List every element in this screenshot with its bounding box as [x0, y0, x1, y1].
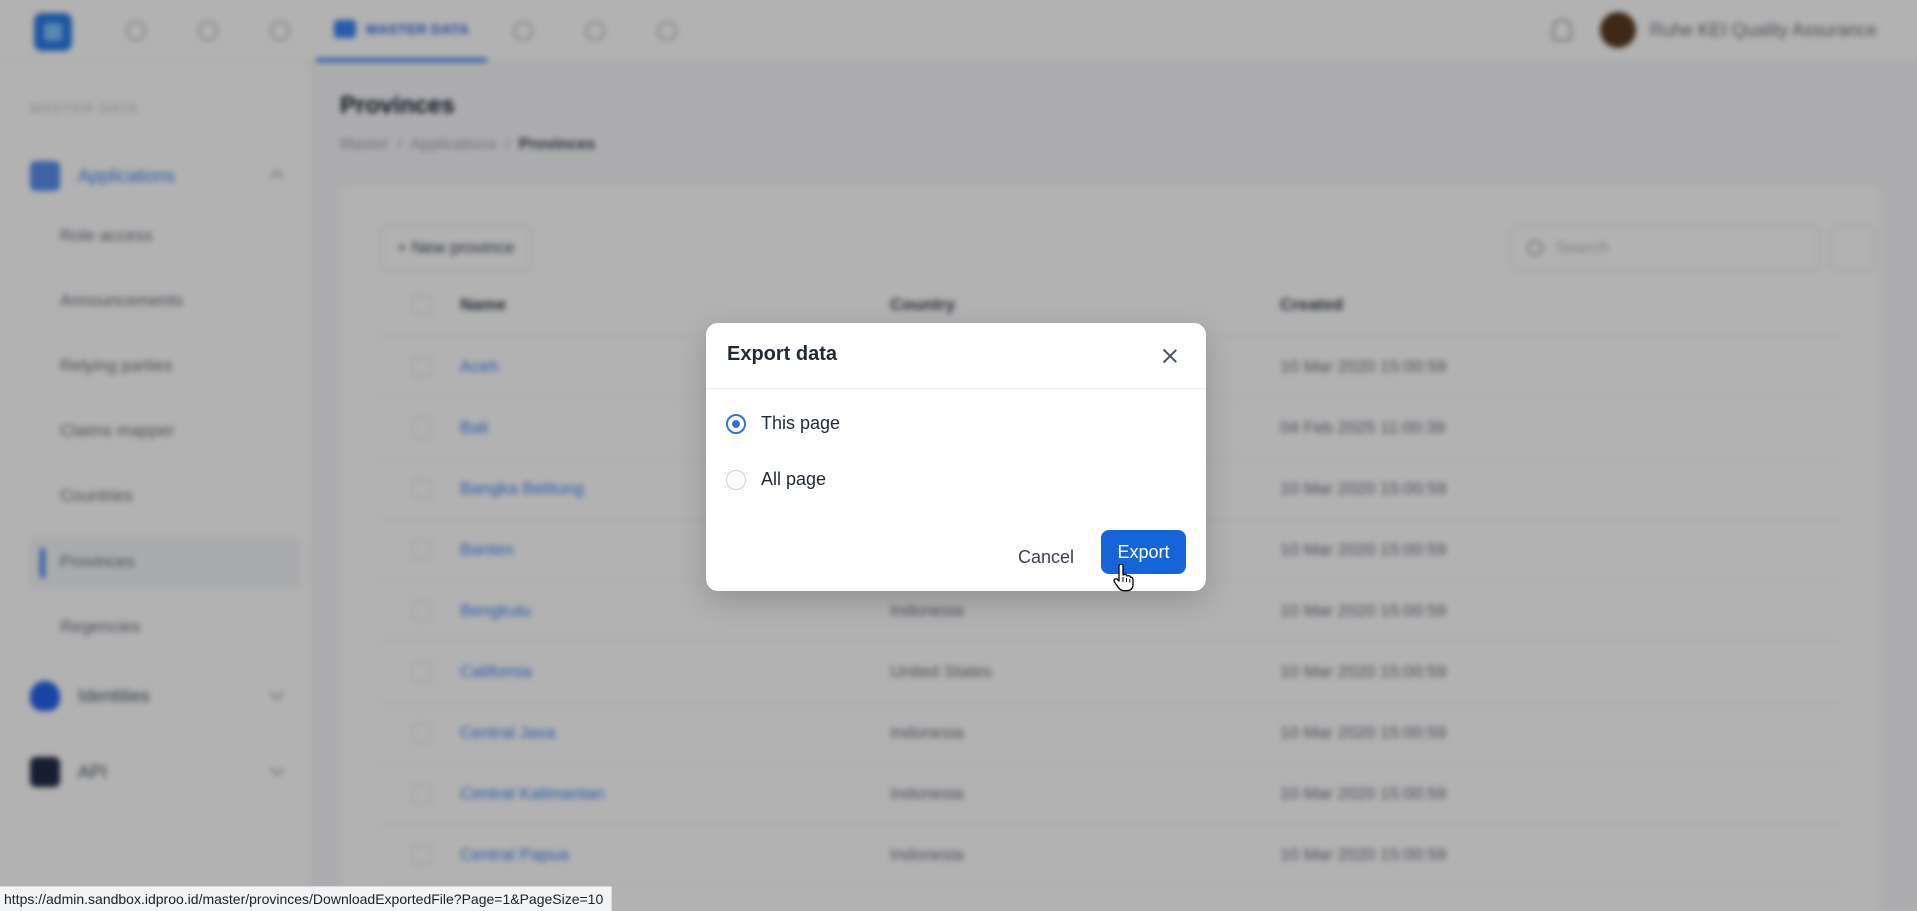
hand-pointer-icon: [1113, 564, 1134, 592]
radio-this-page[interactable]: [726, 413, 746, 434]
dialog-title: Export data: [727, 343, 838, 365]
close-icon[interactable]: [1158, 344, 1182, 368]
browser-status-url: https://admin.sandbox.idproo.id/master/p…: [0, 886, 613, 911]
option-this-page[interactable]: This page: [726, 413, 840, 434]
cancel-button[interactable]: Cancel: [1002, 535, 1090, 579]
dialog-header: Export data: [706, 323, 1206, 389]
export-data-dialog: Export data This page All page Cancel Ex…: [706, 323, 1206, 591]
radio-all-page[interactable]: [726, 469, 746, 490]
option-all-page[interactable]: All page: [726, 469, 826, 490]
option-label: This page: [761, 413, 841, 433]
option-label: All page: [761, 469, 827, 489]
